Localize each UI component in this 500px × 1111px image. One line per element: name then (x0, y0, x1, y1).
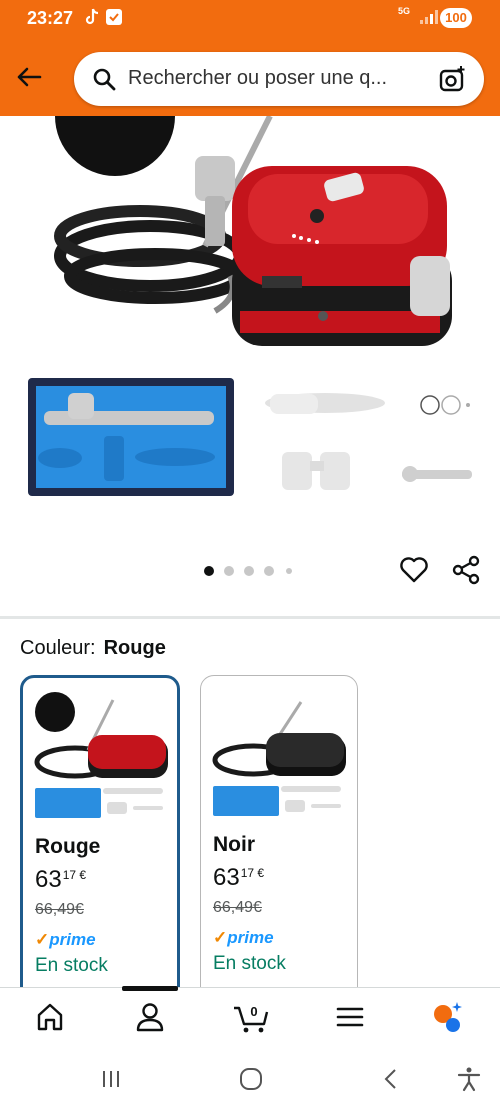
wishlist-heart-icon[interactable] (398, 554, 430, 586)
prime-label: prime (49, 930, 96, 949)
notification-icon (106, 9, 122, 25)
share-icon[interactable] (450, 554, 482, 586)
variant-stock: En stock (35, 955, 108, 976)
prime-check-icon: ✓ (35, 930, 50, 949)
home-button-icon[interactable] (238, 1066, 264, 1092)
selected-color: Rouge (103, 637, 166, 659)
search-input[interactable]: Rechercher ou poser une q... (128, 67, 428, 90)
network-type: 5G (398, 6, 411, 16)
section-divider (0, 616, 500, 619)
variant-old-price: 66,49€ (35, 901, 84, 918)
cart-count: 0 (250, 1004, 257, 1019)
price-whole: 63 (213, 864, 240, 891)
accessibility-icon[interactable] (456, 1066, 482, 1092)
variant-card-rouge[interactable]: Rouge 6317 € 66,49€ ✓prime En stock (20, 675, 180, 1011)
tiktok-icon (85, 8, 99, 25)
status-bar: 23:27 5G 100 (0, 0, 500, 38)
battery-level: 100 (440, 8, 472, 28)
pager-dot[interactable] (204, 566, 214, 576)
pager-dot[interactable] (264, 566, 274, 576)
prime-badge: ✓prime (35, 930, 96, 950)
variant-price: 6317 € (213, 864, 264, 892)
account-icon[interactable] (134, 1000, 166, 1034)
prime-badge: ✓prime (213, 928, 274, 948)
pager-dot[interactable] (244, 566, 254, 576)
variant-old-price: 66,49€ (213, 899, 262, 916)
prime-label: prime (227, 928, 274, 947)
menu-icon[interactable] (334, 1000, 366, 1034)
status-time: 23:27 (27, 8, 74, 28)
variant-thumbnail (34, 692, 168, 818)
price-cents: 17 € (240, 866, 265, 880)
color-label: Couleur: (20, 637, 96, 659)
search-icon (93, 68, 116, 91)
variant-card-noir[interactable]: Noir 6317 € 66,49€ ✓prime En stock (200, 675, 358, 1007)
camera-search-icon[interactable] (438, 65, 466, 93)
app-header: 23:27 5G 100 Rechercher ou poser une q..… (0, 0, 500, 116)
variant-name: Rouge (35, 835, 101, 858)
back-button-icon[interactable] (378, 1066, 404, 1092)
variant-thumbnail (212, 701, 346, 816)
airbrush-kit-image (28, 116, 472, 496)
variant-stock: En stock (213, 953, 286, 974)
home-icon[interactable] (34, 1000, 66, 1034)
signal-icon (420, 10, 438, 24)
pager-dot[interactable] (224, 566, 234, 576)
ai-assistant-icon[interactable] (432, 1000, 464, 1034)
variant-price: 6317 € (35, 866, 86, 894)
prime-check-icon: ✓ (213, 928, 228, 947)
active-tab-indicator (122, 986, 178, 991)
back-arrow-icon[interactable] (14, 62, 44, 92)
color-selector-label: Couleur: Rouge (20, 637, 166, 660)
variant-name: Noir (213, 833, 255, 856)
price-whole: 63 (35, 866, 62, 893)
search-bar[interactable]: Rechercher ou poser une q... (74, 52, 484, 106)
recent-apps-icon[interactable] (98, 1066, 124, 1092)
cart-icon[interactable]: 0 (232, 1000, 270, 1034)
pager-dot[interactable] (286, 568, 292, 574)
product-image[interactable] (0, 116, 500, 556)
price-cents: 17 € (62, 868, 87, 882)
